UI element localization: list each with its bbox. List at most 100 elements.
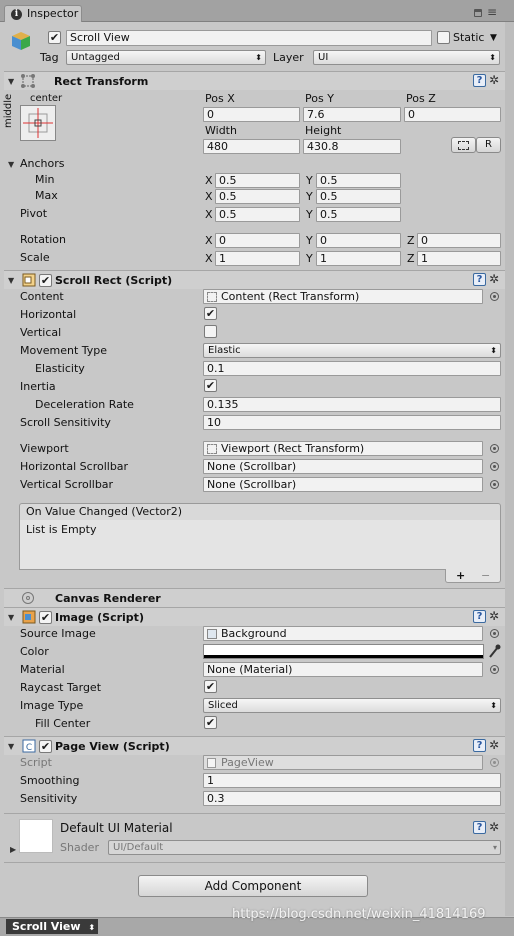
pivot-y-label: Y (306, 208, 313, 221)
smoothing-label: Smoothing (20, 774, 80, 787)
color-field[interactable] (203, 644, 484, 659)
rotation-y-input[interactable]: 0 (316, 233, 401, 248)
gear-icon[interactable]: ✲ (489, 273, 499, 286)
rotation-label: Rotation (20, 233, 67, 246)
anchor-min-y-input[interactable]: 0.5 (316, 173, 401, 188)
image-enabled-checkbox[interactable]: ✔ (39, 611, 52, 624)
add-component-button[interactable]: Add Component (138, 875, 368, 897)
gear-icon[interactable]: ✲ (489, 74, 499, 87)
object-picker-icon[interactable] (490, 665, 499, 674)
elasticity-input[interactable]: 0.1 (203, 361, 501, 376)
min-x-label: X (205, 174, 213, 187)
rotation-z-input[interactable]: 0 (417, 233, 501, 248)
pos-x-input[interactable]: 0 (203, 107, 300, 122)
layer-dropdown[interactable]: UI ⬍ (313, 50, 500, 65)
help-icon[interactable]: ? (473, 610, 486, 623)
gear-icon[interactable]: ✲ (489, 821, 499, 834)
vertical-checkbox[interactable] (204, 325, 217, 338)
material-title: Default UI Material (60, 821, 173, 835)
image-title: Image (Script) (55, 611, 144, 624)
object-picker-icon[interactable] (490, 480, 499, 489)
scale-z-input[interactable]: 1 (417, 251, 501, 266)
anchor-min-x-input[interactable]: 0.5 (215, 173, 300, 188)
rotation-x-input[interactable]: 0 (215, 233, 300, 248)
static-dropdown-arrow[interactable]: ▼ (490, 31, 497, 45)
smoothing-input[interactable]: 1 (203, 773, 501, 788)
tab-inspector[interactable]: i Inspector (4, 5, 82, 22)
horizontal-scrollbar-field[interactable]: None (Scrollbar) (203, 459, 483, 474)
shader-dropdown[interactable]: UI/Default ▾ (108, 840, 501, 855)
horizontal-checkbox[interactable]: ✔ (204, 307, 217, 320)
tab-menu-icon[interactable]: ≡ (487, 5, 497, 19)
scroll-rect-enabled-checkbox[interactable]: ✔ (39, 274, 52, 287)
foldout-arrow-icon[interactable]: ▼ (8, 613, 14, 622)
tag-dropdown[interactable]: Untagged ⬍ (66, 50, 266, 65)
anchor-max-x-input[interactable]: 0.5 (215, 189, 300, 204)
rect-transform-title: Rect Transform (54, 75, 149, 88)
canvas-renderer-icon (22, 592, 34, 604)
image-type-dropdown[interactable]: Sliced ⬍ (203, 698, 501, 713)
gear-icon[interactable]: ✲ (489, 739, 499, 752)
max-label: Max (35, 189, 58, 202)
help-icon[interactable]: ? (473, 821, 486, 834)
blueprint-mode-button[interactable] (451, 137, 476, 153)
vertical-scrollbar-field[interactable]: None (Scrollbar) (203, 477, 483, 492)
add-event-button[interactable]: + (456, 569, 465, 583)
deceleration-rate-input[interactable]: 0.135 (203, 397, 501, 412)
foldout-arrow-icon[interactable]: ▼ (8, 742, 14, 751)
gameobject-cube-icon (12, 32, 30, 50)
scale-label: Scale (20, 251, 50, 264)
active-checkbox[interactable]: ✔ (48, 31, 61, 44)
remove-event-button[interactable]: − (481, 569, 490, 583)
source-image-field[interactable]: Background (203, 626, 483, 641)
material-divider (4, 813, 514, 814)
object-picker-icon[interactable] (490, 292, 499, 301)
anchor-presets-button[interactable] (20, 105, 56, 141)
object-picker-icon[interactable] (490, 444, 499, 453)
sensitivity-input[interactable]: 0.3 (203, 791, 501, 806)
raycast-target-checkbox[interactable]: ✔ (204, 680, 217, 693)
foldout-arrow-icon[interactable]: ▼ (8, 276, 14, 285)
help-icon[interactable]: ? (473, 273, 486, 286)
status-scroll-view-tab[interactable]: Scroll View ⬍ (6, 919, 98, 934)
scale-x-input[interactable]: 1 (215, 251, 300, 266)
eyedropper-icon[interactable] (487, 643, 501, 659)
help-icon[interactable]: ? (473, 74, 486, 87)
scroll-sensitivity-input[interactable]: 10 (203, 415, 501, 430)
sprite-icon (207, 629, 217, 639)
object-picker-icon[interactable] (490, 462, 499, 471)
height-input[interactable]: 430.8 (303, 139, 401, 154)
canvas-renderer-title: Canvas Renderer (55, 592, 161, 605)
foldout-arrow-icon[interactable]: ▼ (8, 77, 14, 86)
movement-type-dropdown[interactable]: Elastic ⬍ (203, 343, 501, 358)
pivot-y-input[interactable]: 0.5 (316, 207, 401, 222)
pos-z-label: Pos Z (406, 92, 436, 105)
pos-z-input[interactable]: 0 (404, 107, 501, 122)
rect-transform-small-icon (207, 292, 217, 302)
width-input[interactable]: 480 (203, 139, 300, 154)
rot-z-label: Z (407, 234, 415, 247)
material-field[interactable]: None (Material) (203, 662, 483, 677)
object-picker-icon (490, 758, 499, 767)
inspector-scrollbar[interactable] (505, 22, 514, 916)
static-checkbox[interactable] (437, 31, 450, 44)
dropdown-arrow-icon: ▾ (492, 843, 497, 852)
lock-icon[interactable] (474, 9, 482, 17)
scale-y-input[interactable]: 1 (316, 251, 401, 266)
anchor-max-y-input[interactable]: 0.5 (316, 189, 401, 204)
gear-icon[interactable]: ✲ (489, 610, 499, 623)
content-object-field[interactable]: Content (Rect Transform) (203, 289, 483, 304)
viewport-object-field[interactable]: Viewport (Rect Transform) (203, 441, 483, 456)
fill-center-checkbox[interactable]: ✔ (204, 716, 217, 729)
pos-y-input[interactable]: 7.6 (303, 107, 401, 122)
page-view-enabled-checkbox[interactable]: ✔ (39, 740, 52, 753)
inertia-checkbox[interactable]: ✔ (204, 379, 217, 392)
viewport-label: Viewport (20, 442, 69, 455)
object-picker-icon[interactable] (490, 629, 499, 638)
pivot-x-input[interactable]: 0.5 (215, 207, 300, 222)
anchors-foldout-icon[interactable]: ▼ (8, 160, 14, 169)
object-name-input[interactable]: Scroll View (66, 30, 432, 46)
material-foldout-icon[interactable]: ▶ (10, 845, 16, 854)
help-icon[interactable]: ? (473, 739, 486, 752)
raw-edit-button[interactable]: R (476, 137, 501, 153)
